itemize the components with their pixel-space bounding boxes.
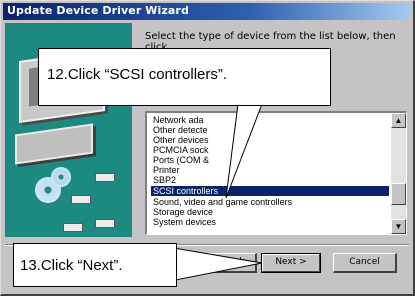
callout-step-12: 12.Click “SCSI controllers”. xyxy=(38,48,331,106)
cancel-button[interactable]: Cancel xyxy=(333,253,397,273)
chip-icon xyxy=(95,219,115,228)
vertical-scrollbar[interactable]: ▲ ▼ xyxy=(391,113,406,234)
list-item[interactable]: Ports (COM & xyxy=(153,155,209,165)
list-item-selected[interactable]: SCSI controllers xyxy=(151,186,389,196)
next-button[interactable]: Next > xyxy=(261,253,321,273)
list-item[interactable]: Printer xyxy=(153,165,180,175)
chip-icon xyxy=(95,173,115,182)
list-item[interactable]: Other devices xyxy=(153,135,209,145)
device-type-list[interactable]: Network ada Other detecte Other devices … xyxy=(145,111,407,235)
chip-icon xyxy=(71,195,91,204)
callout-text: 12.Click “SCSI controllers”. xyxy=(47,66,228,83)
cd-disc-icon-small xyxy=(51,167,71,187)
title-bar[interactable]: Update Device Driver Wizard xyxy=(3,3,412,20)
list-item[interactable]: Network ada xyxy=(153,115,204,125)
list-item[interactable]: Storage device xyxy=(153,207,213,217)
arrow-up-icon[interactable]: ▲ xyxy=(391,113,406,128)
scroll-thumb[interactable] xyxy=(391,183,406,205)
window-title: Update Device Driver Wizard xyxy=(7,4,189,17)
list-item[interactable]: PCMCIA sock xyxy=(153,145,209,155)
callout-step-13: 13.Click “Next”. xyxy=(13,243,177,287)
computer-base-icon xyxy=(15,123,93,165)
list-item[interactable]: System devices xyxy=(153,217,216,227)
callout-text: 13.Click “Next”. xyxy=(20,257,123,274)
arrow-down-icon[interactable]: ▼ xyxy=(391,219,406,234)
back-button[interactable]: < Back xyxy=(201,253,257,273)
list-item[interactable]: Other detecte xyxy=(153,125,208,135)
chip-icon xyxy=(63,223,83,232)
list-item[interactable]: Sound, video and game controllers xyxy=(153,197,292,207)
list-item[interactable]: SBP2 xyxy=(153,175,176,185)
